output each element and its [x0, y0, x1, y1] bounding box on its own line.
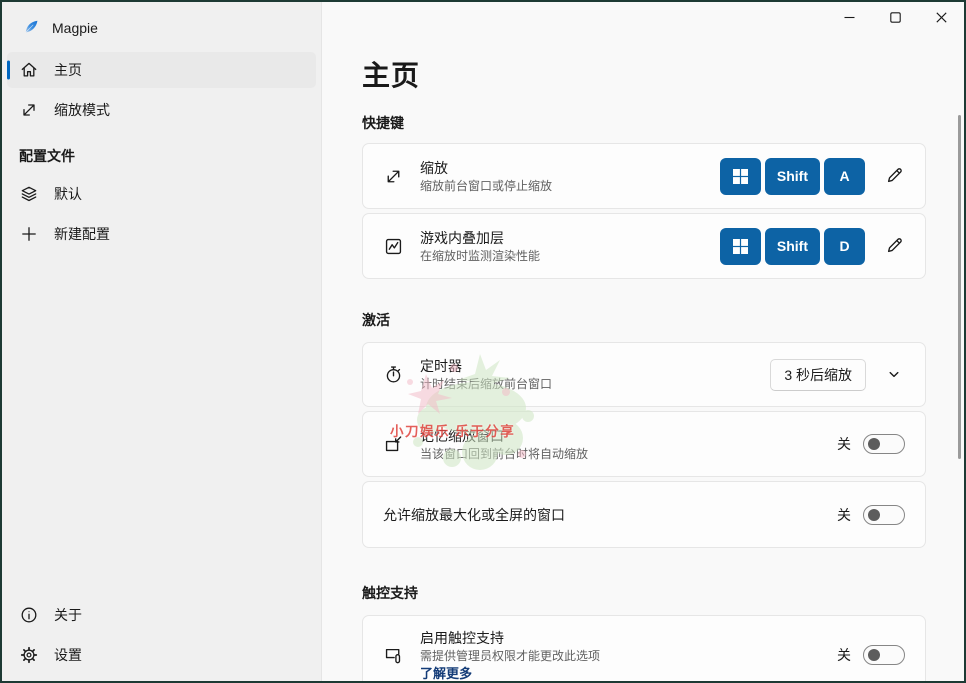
- edit-shortcut-button[interactable]: [883, 165, 905, 187]
- setting-text: 游戏内叠加层 在缩放时监测渲染性能: [420, 228, 720, 265]
- window-arrow-icon: [383, 434, 404, 455]
- sidebar-item-label: 关于: [54, 607, 82, 623]
- setting-card-allow-maximized: 允许缩放最大化或全屏的窗口 关: [362, 481, 926, 548]
- sidebar-item-label: 设置: [54, 647, 82, 663]
- main-content: 主页 快捷键 缩放 缩放前台窗口或停止缩放 Shift A 游戏内叠加层 在缩放…: [322, 2, 964, 681]
- plus-icon: [19, 224, 39, 244]
- minimize-button[interactable]: [826, 2, 872, 34]
- sidebar: Magpie 主页 缩放模式 配置文件 默认 新建配置 关于 设置: [2, 2, 322, 681]
- section-header-shortcuts: 快捷键: [362, 115, 404, 131]
- sidebar-item-label: 新建配置: [54, 226, 110, 242]
- feather-logo-icon: [23, 18, 40, 38]
- timer-delay-dropdown[interactable]: 3 秒后缩放: [770, 358, 866, 391]
- setting-card-timer: 定时器 计时结束后缩放前台窗口 3 秒后缩放: [362, 342, 926, 407]
- setting-text: 定时器 计时结束后缩放前台窗口: [420, 356, 770, 393]
- shift-keycap: Shift: [764, 227, 820, 265]
- setting-card-touch-support: 启用触控支持 需提供管理员权限才能更改此选项 了解更多 关: [362, 615, 926, 681]
- setting-text: 启用触控支持 需提供管理员权限才能更改此选项 了解更多: [420, 628, 837, 681]
- sidebar-item-label: 缩放模式: [54, 102, 110, 118]
- shortcut-keys: Shift D: [719, 227, 865, 265]
- resize-diagonal-icon: [383, 166, 404, 187]
- sidebar-item-home[interactable]: 主页: [7, 52, 316, 88]
- setting-text: 允许缩放最大化或全屏的窗口: [383, 505, 837, 525]
- window-controls: [826, 2, 964, 34]
- edit-shortcut-button[interactable]: [883, 235, 905, 257]
- windows-logo-icon: [719, 227, 761, 265]
- close-icon: [935, 11, 947, 26]
- sidebar-section-profiles: 配置文件: [19, 148, 75, 164]
- timer-expand-button[interactable]: [883, 364, 905, 386]
- shift-keycap: Shift: [764, 157, 820, 195]
- close-button[interactable]: [918, 2, 964, 34]
- pencil-icon: [884, 238, 905, 259]
- letter-keycap: D: [824, 227, 865, 265]
- toggle-group: 关: [837, 434, 905, 454]
- toggle-state-label: 关: [837, 647, 851, 663]
- toggle-group: 关: [837, 504, 905, 525]
- overlay-chart-icon: [383, 236, 404, 257]
- app-header: Magpie: [2, 2, 321, 52]
- sidebar-item-about[interactable]: 关于: [7, 597, 316, 633]
- app-title: Magpie: [52, 20, 98, 36]
- sidebar-item-label: 默认: [54, 186, 82, 202]
- setting-title: 允许缩放最大化或全屏的窗口: [383, 506, 565, 523]
- setting-text: 缩放 缩放前台窗口或停止缩放: [420, 158, 720, 195]
- maximize-button[interactable]: [872, 2, 918, 34]
- section-header-activation: 激活: [362, 312, 390, 328]
- toggle-state-label: 关: [837, 506, 851, 523]
- minimize-icon: [844, 11, 855, 26]
- touch-window-icon: [383, 645, 404, 666]
- page-title: 主页: [362, 60, 421, 91]
- toggle-knob: [868, 438, 880, 450]
- setting-subtitle: 计时结束后缩放前台窗口: [420, 377, 553, 391]
- sidebar-item-settings[interactable]: 设置: [7, 637, 316, 673]
- sidebar-item-default-profile[interactable]: 默认: [7, 176, 316, 212]
- allow-maximized-toggle[interactable]: [863, 504, 905, 525]
- setting-title: 游戏内叠加层: [420, 229, 504, 246]
- setting-title: 记忆缩放窗口: [420, 427, 504, 444]
- setting-title: 定时器: [420, 358, 462, 374]
- layers-icon: [19, 184, 39, 204]
- setting-title: 缩放: [420, 159, 448, 176]
- setting-card-scale-shortcut: 缩放 缩放前台窗口或停止缩放 Shift A: [362, 143, 926, 209]
- home-icon: [19, 60, 39, 80]
- setting-text: 记忆缩放窗口 当该窗口回到前台时将自动缩放: [420, 426, 837, 463]
- windows-logo-icon: [719, 157, 761, 195]
- stopwatch-icon: [383, 364, 404, 385]
- section-header-touch: 触控支持: [362, 585, 418, 601]
- resize-diagonal-icon: [19, 100, 39, 120]
- pencil-icon: [884, 168, 905, 189]
- toggle-knob: [868, 649, 880, 661]
- toggle-state-label: 关: [837, 436, 851, 452]
- letter-keycap: A: [824, 157, 865, 195]
- maximize-icon: [889, 11, 901, 26]
- setting-title: 启用触控支持: [420, 630, 504, 646]
- magpie-window: Magpie 主页 缩放模式 配置文件 默认 新建配置 关于 设置 主页 快捷键…: [0, 0, 966, 683]
- setting-card-remember-window: 记忆缩放窗口 当该窗口回到前台时将自动缩放 关: [362, 411, 926, 477]
- sidebar-item-scaling-modes[interactable]: 缩放模式: [7, 92, 316, 128]
- chevron-down-icon: [884, 371, 904, 387]
- sidebar-item-new-profile[interactable]: 新建配置: [7, 216, 316, 252]
- setting-subtitle: 在缩放时监测渲染性能: [420, 248, 541, 263]
- sidebar-item-label: 主页: [54, 62, 82, 78]
- toggle-group: 关: [837, 645, 905, 665]
- touch-support-toggle[interactable]: [863, 645, 905, 665]
- vertical-scrollbar[interactable]: [958, 115, 961, 459]
- setting-subtitle: 需提供管理员权限才能更改此选项: [420, 649, 601, 663]
- setting-subtitle: 当该窗口回到前台时将自动缩放: [420, 446, 589, 461]
- gear-icon: [19, 645, 39, 665]
- shortcut-keys: Shift A: [719, 157, 865, 195]
- setting-card-overlay-shortcut: 游戏内叠加层 在缩放时监测渲染性能 Shift D: [362, 213, 926, 279]
- info-icon: [19, 605, 39, 625]
- setting-subtitle: 缩放前台窗口或停止缩放: [420, 178, 553, 193]
- toggle-knob: [868, 508, 880, 521]
- remember-window-toggle[interactable]: [863, 434, 905, 454]
- learn-more-link[interactable]: 了解更多: [420, 665, 472, 681]
